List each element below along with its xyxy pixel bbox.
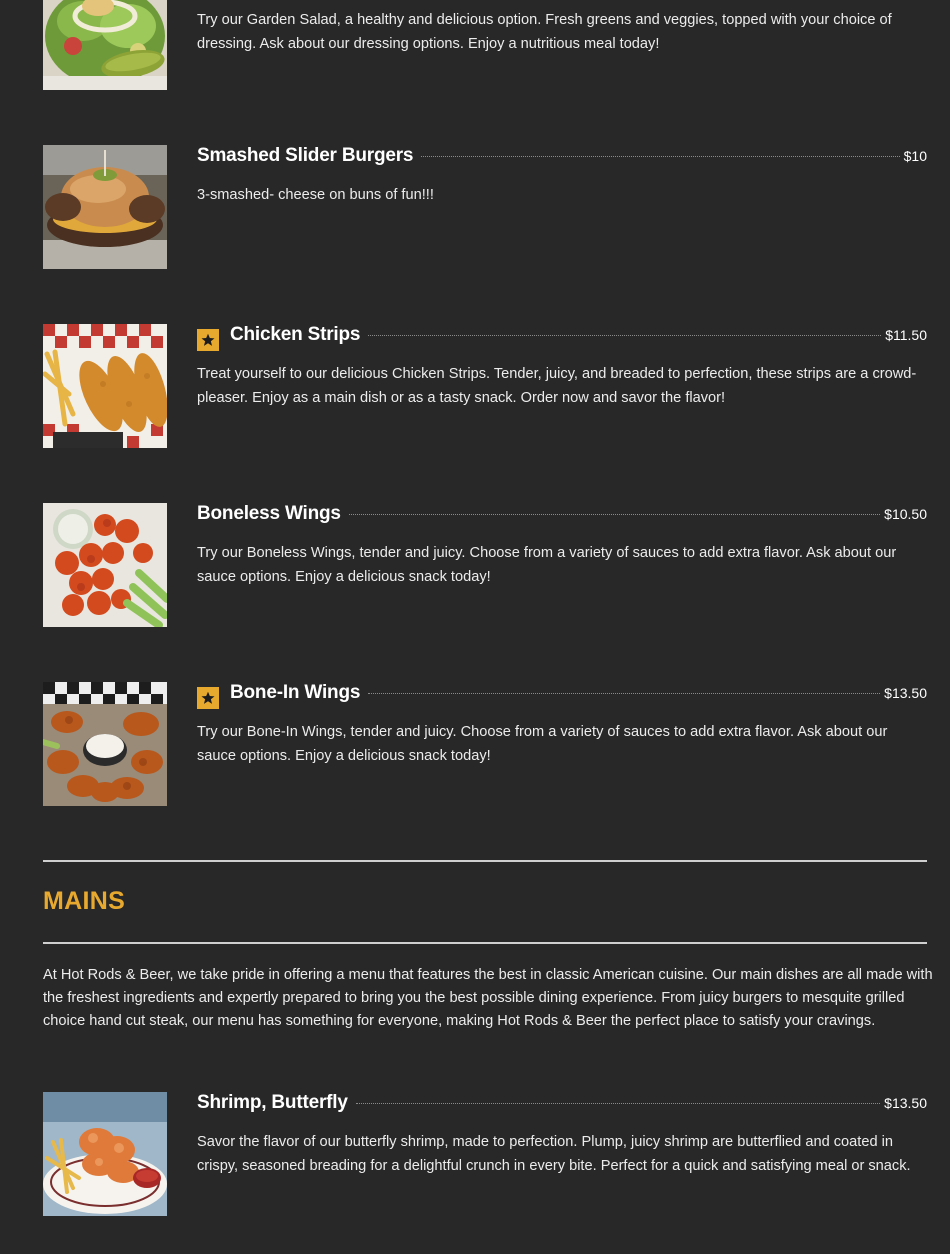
item-description: Try our Boneless Wings, tender and juicy… xyxy=(197,545,897,585)
section-intro-text: At Hot Rods & Beer, we take pride in off… xyxy=(43,967,933,1029)
item-name[interactable]: Boneless Wings xyxy=(197,503,341,525)
slider-burger-image[interactable] xyxy=(43,145,167,269)
featured-star-icon xyxy=(197,687,219,709)
menu-item-shrimp-butterfly: Shrimp, Butterfly $13.50 Savor the flavo… xyxy=(43,1092,927,1216)
section-divider-top xyxy=(43,860,927,862)
item-price: $13.50 xyxy=(884,685,927,701)
item-description: 3-smashed- cheese on buns of fun!!! xyxy=(197,187,434,203)
garden-salad-image[interactable] xyxy=(43,0,167,90)
slider-burger-content: Smashed Slider Burgers $10 3-smashed- ch… xyxy=(197,145,927,207)
item-header: Smashed Slider Burgers $10 xyxy=(197,145,927,175)
menu-item-smashed-slider-burgers: Smashed Slider Burgers $10 3-smashed- ch… xyxy=(43,145,927,269)
dotted-leader xyxy=(348,514,881,515)
bone-in-wings-content: Bone-In Wings $13.50 Try our Bone-In Win… xyxy=(197,682,927,768)
item-price: $13.50 xyxy=(884,1095,927,1111)
item-header: Chicken Strips $11.50 xyxy=(197,324,927,354)
item-price: $11.50 xyxy=(885,327,927,343)
boneless-wings-image[interactable] xyxy=(43,503,167,627)
bone-in-wings-image[interactable] xyxy=(43,682,167,806)
item-name[interactable]: Shrimp, Butterfly xyxy=(197,1092,348,1114)
item-price: $10 xyxy=(903,148,927,164)
garden-salad-content: Try our Garden Salad, a healthy and deli… xyxy=(197,0,927,56)
butterfly-shrimp-content: Shrimp, Butterfly $13.50 Savor the flavo… xyxy=(197,1092,927,1178)
chicken-strips-content: Chicken Strips $11.50 Treat yourself to … xyxy=(197,324,927,410)
item-description: Try our Garden Salad, a healthy and deli… xyxy=(197,12,892,52)
dotted-leader xyxy=(355,1103,881,1104)
item-description: Try our Bone-In Wings, tender and juicy.… xyxy=(197,724,888,764)
butterfly-shrimp-image[interactable] xyxy=(43,1092,167,1216)
item-description: Savor the flavor of our butterfly shrimp… xyxy=(197,1134,911,1174)
dotted-leader xyxy=(368,335,882,336)
item-name[interactable]: Smashed Slider Burgers xyxy=(197,145,413,167)
menu-item-bone-in-wings: Bone-In Wings $13.50 Try our Bone-In Win… xyxy=(43,682,927,806)
dotted-leader xyxy=(421,156,900,157)
item-name[interactable]: Bone-In Wings xyxy=(230,682,360,704)
chicken-strips-image[interactable] xyxy=(43,324,167,448)
section-title-mains: MAINS xyxy=(43,887,126,915)
item-price: $10.50 xyxy=(884,506,927,522)
menu-item-chicken-strips: Chicken Strips $11.50 Treat yourself to … xyxy=(43,324,927,448)
menu-item-boneless-wings: Boneless Wings $10.50 Try our Boneless W… xyxy=(43,503,927,627)
item-name[interactable]: Chicken Strips xyxy=(230,324,360,346)
section-divider-bottom xyxy=(43,942,927,944)
menu-item-garden-salad: Try our Garden Salad, a healthy and deli… xyxy=(43,0,927,90)
item-description: Treat yourself to our delicious Chicken … xyxy=(197,366,917,406)
featured-star-icon xyxy=(197,329,219,351)
item-header: Boneless Wings $10.50 xyxy=(197,503,927,533)
item-header: Shrimp, Butterfly $13.50 xyxy=(197,1092,927,1122)
dotted-leader xyxy=(368,693,881,694)
item-header: Bone-In Wings $13.50 xyxy=(197,682,927,712)
boneless-wings-content: Boneless Wings $10.50 Try our Boneless W… xyxy=(197,503,927,589)
